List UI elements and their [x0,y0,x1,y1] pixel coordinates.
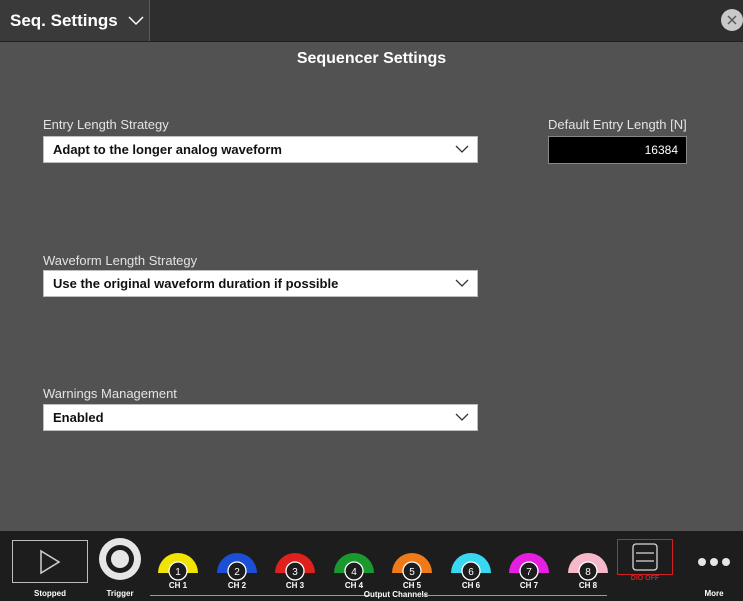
trigger-label: Trigger [106,589,134,598]
chevron-down-icon [455,413,469,421]
chevron-down-icon [455,279,469,287]
close-icon [727,15,737,25]
more-button[interactable] [694,547,734,577]
output-channels-divider-right [422,595,607,596]
default-entry-length-input[interactable]: 16384 [548,136,687,164]
trigger-button[interactable] [98,537,142,581]
waveform-length-label: Waveform Length Strategy [43,253,198,268]
entry-length-value: Adapt to the longer analog waveform [53,142,282,157]
close-button[interactable] [721,9,743,31]
entry-length-label: Entry Length Strategy [43,117,169,132]
channel-label: CH 6 [461,581,481,590]
channel-label: CH 7 [519,581,539,590]
warnings-value: Enabled [53,410,104,425]
channel-7-button[interactable]: 7 [507,541,551,581]
channel-3-button[interactable]: 3 [273,541,317,581]
channel-icon: 7 [509,553,549,581]
channel-number: 6 [468,567,474,578]
channel-icon: 3 [275,553,315,581]
channel-number: 7 [526,567,532,578]
waveform-length-dropdown[interactable]: Use the original waveform duration if po… [43,270,478,297]
settings-menu-button[interactable]: Seq. Settings [0,0,150,41]
channel-number: 1 [175,567,181,578]
entry-length-dropdown[interactable]: Adapt to the longer analog waveform [43,136,478,163]
channel-8-button[interactable]: 8 [566,541,610,581]
chevron-down-icon [128,15,144,25]
channel-label: CH 8 [578,581,598,590]
channel-icon: 1 [158,553,198,581]
channel-label: CH 5 [402,581,422,590]
channel-icon: 4 [334,553,374,581]
title-bar: Seq. Settings [0,0,743,42]
channel-2-button[interactable]: 2 [215,541,259,581]
channel-6-button[interactable]: 6 [449,541,493,581]
warnings-dropdown[interactable]: Enabled [43,404,478,431]
channel-5-button[interactable]: 5 [390,541,434,581]
channel-number: 8 [585,567,591,578]
channel-1-button[interactable]: 1 [156,541,200,581]
default-entry-length-label: Default Entry Length [N] [548,117,687,132]
more-icon [698,558,730,566]
channel-number: 4 [351,567,357,578]
channel-number: 5 [409,567,415,578]
channel-icon: 6 [451,553,491,581]
warnings-label: Warnings Management [43,386,177,401]
waveform-length-value: Use the original waveform duration if po… [53,276,339,291]
channel-4-button[interactable]: 4 [332,541,376,581]
dio-icon [632,543,658,571]
channel-number: 3 [292,567,298,578]
chevron-down-icon [455,145,469,153]
output-channels-divider-left [150,595,370,596]
channel-icon: 2 [217,553,257,581]
channel-icon: 5 [392,553,432,581]
trigger-icon [99,538,141,580]
channel-icon: 8 [568,553,608,581]
play-icon [40,549,61,574]
channel-label: CH 3 [285,581,305,590]
channel-label: CH 4 [344,581,364,590]
dio-status-label: DIO OFF [630,575,660,582]
stopped-label: Stopped [34,589,66,598]
bottom-toolbar: Stopped Trigger 1 CH 1 2 CH 2 3 CH 3 4 CH 4 5 CH … [0,531,743,601]
page-title: Sequencer Settings [296,50,447,67]
run-stop-button[interactable] [12,540,88,583]
channel-number: 2 [234,567,240,578]
channel-label: CH 1 [168,581,188,590]
more-label: More [704,589,724,598]
window-title: Seq. Settings [10,10,118,30]
channel-label: CH 2 [227,581,247,590]
dio-button[interactable] [617,539,673,575]
